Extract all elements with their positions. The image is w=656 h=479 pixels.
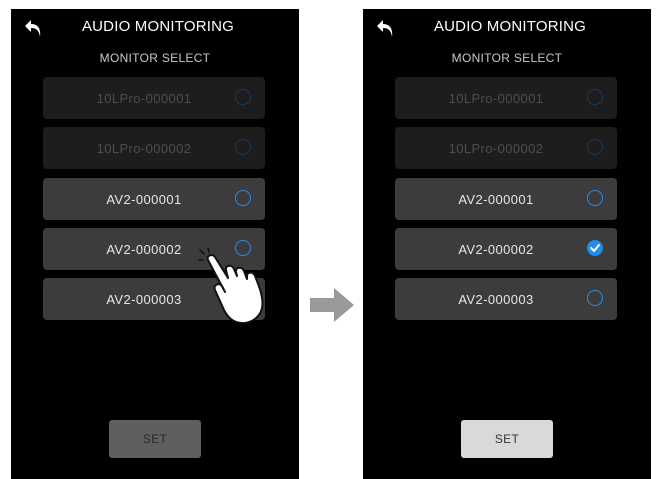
page-title: AUDIO MONITORING bbox=[433, 18, 587, 35]
monitor-item-label: 10LPro-000001 bbox=[448, 90, 544, 106]
checkmark-icon bbox=[590, 244, 600, 252]
monitor-item-label: 10LPro-000002 bbox=[96, 140, 192, 156]
screen-after: AUDIO MONITORING MONITOR SELECT 10LPro-0… bbox=[363, 9, 651, 479]
monitor-item: 10LPro-000001 bbox=[395, 77, 617, 119]
section-subtitle: MONITOR SELECT bbox=[99, 51, 211, 65]
monitor-item-label: 10LPro-000001 bbox=[96, 90, 192, 106]
monitor-item-selected[interactable]: AV2-000002 bbox=[395, 228, 617, 270]
radio-button[interactable] bbox=[235, 190, 251, 206]
radio-button bbox=[587, 89, 603, 105]
set-button[interactable]: SET bbox=[461, 420, 553, 458]
monitor-item: 10LPro-000002 bbox=[395, 127, 617, 169]
tapping-hand-icon bbox=[198, 248, 264, 325]
monitor-item[interactable]: AV2-000001 bbox=[395, 178, 617, 220]
monitor-item: 10LPro-000002 bbox=[43, 127, 265, 169]
radio-button[interactable] bbox=[587, 190, 603, 206]
monitor-item-label: AV2-000002 bbox=[458, 241, 534, 257]
right-arrow-icon bbox=[310, 288, 354, 322]
monitor-item[interactable]: AV2-000003 bbox=[395, 278, 617, 320]
screen-before: AUDIO MONITORING MONITOR SELECT 10LPro-0… bbox=[11, 9, 299, 479]
monitor-item-label: AV2-000001 bbox=[106, 191, 182, 207]
monitor-item-label: AV2-000001 bbox=[458, 191, 534, 207]
section-subtitle: MONITOR SELECT bbox=[451, 51, 563, 65]
monitor-item[interactable]: AV2-000001 bbox=[43, 178, 265, 220]
set-button[interactable]: SET bbox=[109, 420, 201, 458]
radio-button bbox=[587, 139, 603, 155]
page-title: AUDIO MONITORING bbox=[81, 18, 235, 35]
monitor-item: 10LPro-000001 bbox=[43, 77, 265, 119]
radio-button-checked[interactable] bbox=[587, 240, 603, 256]
monitor-item-label: AV2-000003 bbox=[458, 291, 534, 307]
radio-button bbox=[235, 89, 251, 105]
monitor-item-label: 10LPro-000002 bbox=[448, 140, 544, 156]
radio-button bbox=[235, 139, 251, 155]
radio-button[interactable] bbox=[587, 290, 603, 306]
